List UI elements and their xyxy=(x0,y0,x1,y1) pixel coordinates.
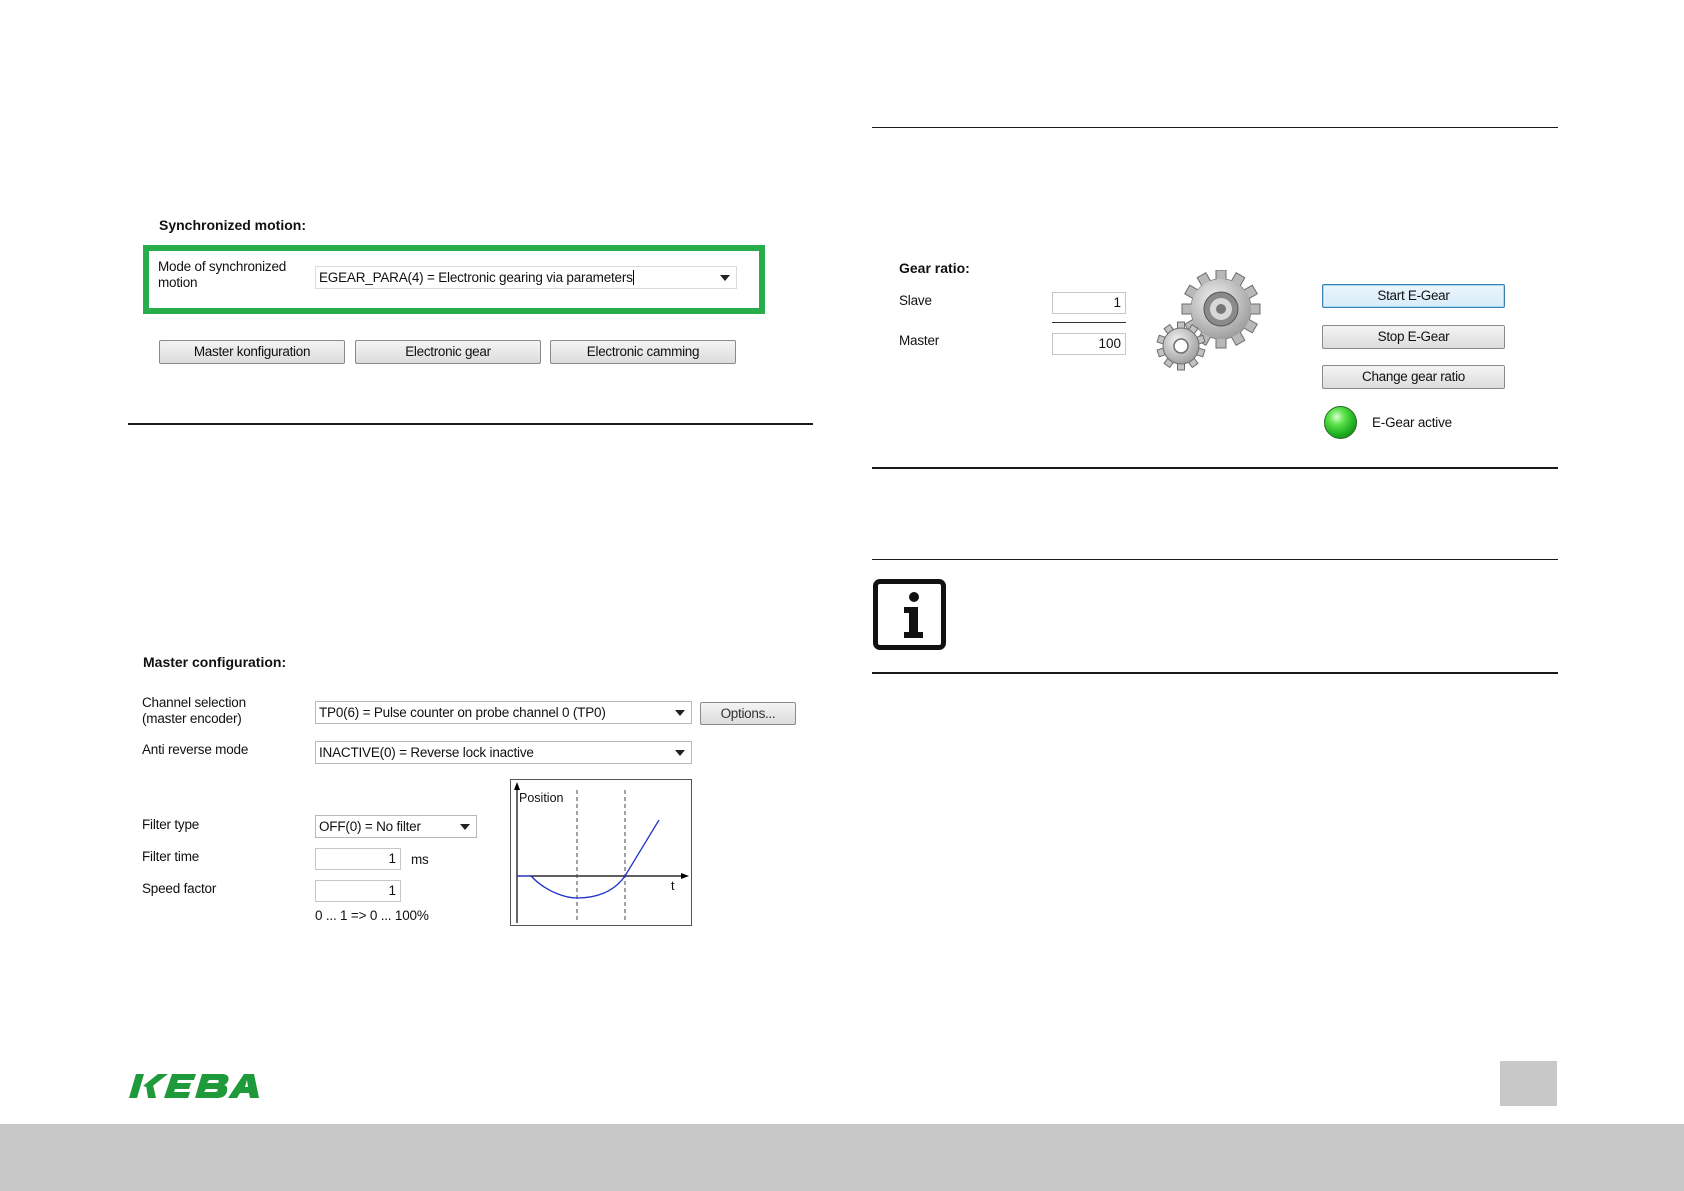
channel-label-line1: Channel selection xyxy=(142,695,246,710)
divider xyxy=(872,559,1558,560)
anti-reverse-value: INACTIVE(0) = Reverse lock inactive xyxy=(319,745,534,760)
speed-factor-input[interactable]: 1 xyxy=(315,880,401,902)
mode-dropdown[interactable]: EGEAR_PARA(4) = Electronic gearing via p… xyxy=(315,266,737,289)
filter-type-value: OFF(0) = No filter xyxy=(319,819,421,834)
speed-factor-label: Speed factor xyxy=(142,881,217,896)
position-plot-svg: Position t xyxy=(514,782,689,923)
channel-label-line2: (master encoder) xyxy=(142,711,242,726)
footer-band xyxy=(0,1124,1684,1191)
ratio-fraction-line xyxy=(1052,322,1126,323)
mode-dropdown-value: EGEAR_PARA(4) = Electronic gearing via p… xyxy=(319,270,633,285)
speed-factor-range: 0 ... 1 => 0 ... 100% xyxy=(315,908,429,923)
gear-title: Gear ratio: xyxy=(899,260,970,276)
filter-time-unit: ms xyxy=(411,852,429,867)
chevron-down-icon xyxy=(720,275,730,281)
plot-x-label: t xyxy=(671,879,675,893)
info-icon xyxy=(873,579,946,650)
start-egear-button[interactable]: Start E-Gear xyxy=(1322,284,1505,308)
change-gear-ratio-button[interactable]: Change gear ratio xyxy=(1322,365,1505,389)
egear-status-label: E-Gear active xyxy=(1372,415,1452,430)
electronic-camming-button[interactable]: Electronic camming xyxy=(550,340,736,364)
slave-input[interactable]: 1 xyxy=(1052,292,1126,314)
stop-egear-button[interactable]: Stop E-Gear xyxy=(1322,325,1505,349)
anti-reverse-dropdown[interactable]: INACTIVE(0) = Reverse lock inactive xyxy=(315,741,692,764)
mode-label: Mode of synchronized motion xyxy=(158,259,286,291)
master-label: Master xyxy=(899,333,940,348)
keba-logo xyxy=(128,1070,268,1102)
filter-type-label: Filter type xyxy=(142,817,200,832)
filter-time-label: Filter time xyxy=(142,849,200,864)
sync-title: Synchronized motion: xyxy=(159,217,306,233)
led-indicator xyxy=(1324,406,1357,439)
master-title: Master configuration: xyxy=(143,654,287,670)
master-config-button[interactable]: Master konfiguration xyxy=(159,340,345,364)
channel-dropdown-value: TP0(6) = Pulse counter on probe channel … xyxy=(319,705,606,720)
options-button[interactable]: Options... xyxy=(700,702,796,725)
chevron-down-icon xyxy=(675,750,685,756)
divider xyxy=(872,127,1558,128)
channel-dropdown[interactable]: TP0(6) = Pulse counter on probe channel … xyxy=(315,701,692,724)
divider xyxy=(128,423,813,425)
mode-label-line2: motion xyxy=(158,275,198,290)
page-number-box xyxy=(1500,1061,1557,1106)
master-input[interactable]: 100 xyxy=(1052,333,1126,355)
anti-reverse-label: Anti reverse mode xyxy=(142,742,249,757)
electronic-gear-button[interactable]: Electronic gear xyxy=(355,340,541,364)
mode-label-line1: Mode of synchronized xyxy=(158,259,287,274)
filter-time-input[interactable]: 1 xyxy=(315,848,401,870)
slave-label: Slave xyxy=(899,293,932,308)
chevron-down-icon xyxy=(460,824,470,830)
filter-type-dropdown[interactable]: OFF(0) = No filter xyxy=(315,815,477,838)
divider xyxy=(872,467,1558,469)
chevron-down-icon xyxy=(675,710,685,716)
gears-icon xyxy=(1155,269,1261,372)
divider xyxy=(872,672,1558,674)
plot-y-label: Position xyxy=(519,791,564,805)
channel-label: Channel selection (master encoder) xyxy=(142,695,246,727)
position-plot: Position t xyxy=(510,779,692,926)
